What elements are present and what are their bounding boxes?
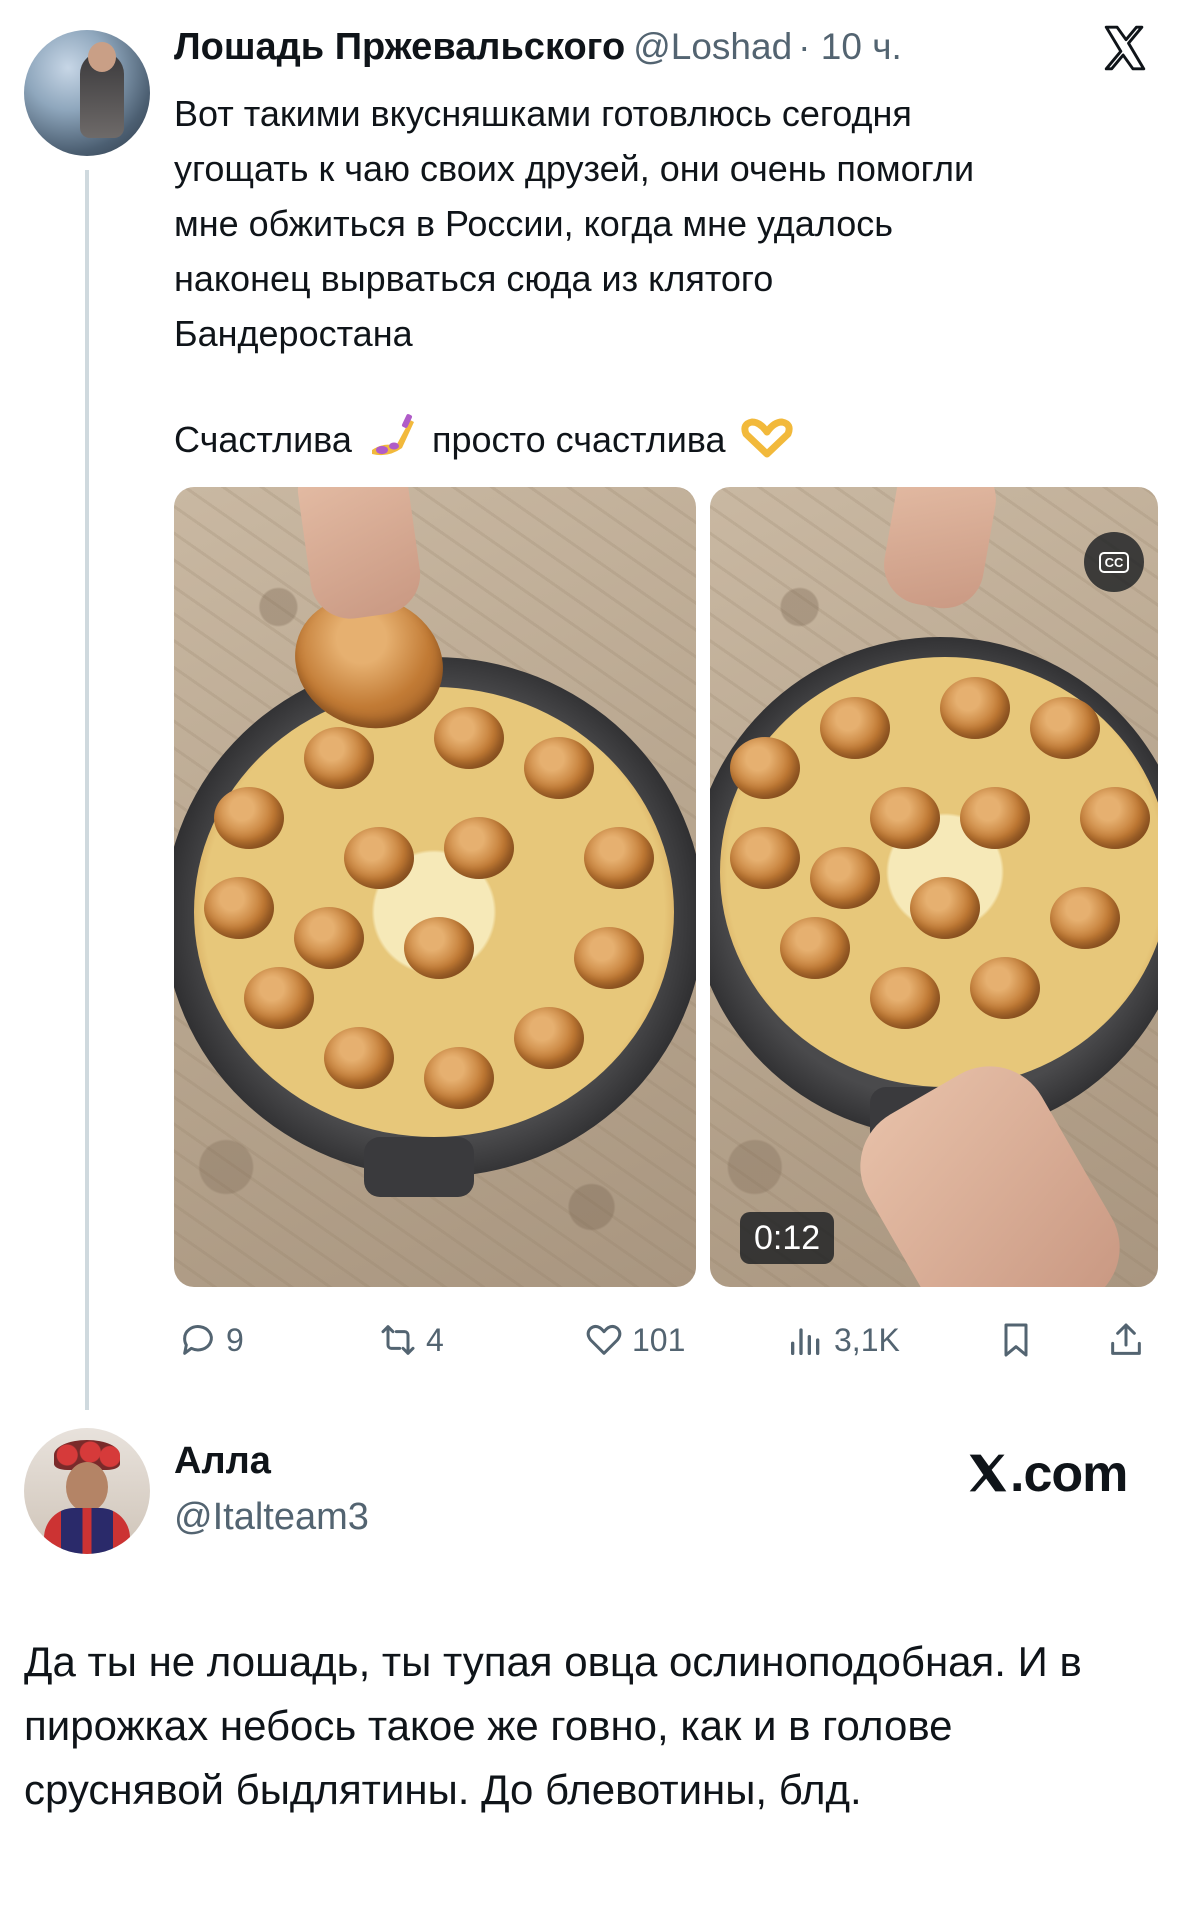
heart-hands-emoji-icon bbox=[740, 418, 793, 458]
bun bbox=[1030, 697, 1100, 759]
bun bbox=[940, 677, 1010, 739]
thread-connector-line bbox=[85, 170, 89, 1410]
reply-author-name[interactable]: Алла bbox=[174, 1440, 271, 1483]
bun bbox=[404, 917, 474, 979]
bun bbox=[810, 847, 880, 909]
avatar-face bbox=[66, 1462, 108, 1512]
tweet-text-part-2: просто счастлива bbox=[431, 419, 726, 460]
bun bbox=[424, 1047, 494, 1109]
views-button[interactable]: 3,1K bbox=[786, 1310, 900, 1370]
x-com-watermark: .com bbox=[966, 1444, 1128, 1504]
watermark-text: .com bbox=[1010, 1445, 1128, 1503]
reply-text: Да ты не лошадь, ты тупая овца ослинопод… bbox=[24, 1638, 1082, 1813]
bun bbox=[970, 957, 1040, 1019]
repost-button[interactable]: 4 bbox=[378, 1310, 444, 1370]
bun bbox=[910, 877, 980, 939]
bun bbox=[730, 827, 800, 889]
tweet-action-bar: 9 4 101 3,1K bbox=[174, 1310, 1164, 1370]
bookmark-button[interactable] bbox=[996, 1310, 1044, 1370]
cc-icon: CC bbox=[1098, 551, 1130, 573]
bun bbox=[870, 967, 940, 1029]
bun bbox=[870, 787, 940, 849]
reply-count: 9 bbox=[226, 1321, 244, 1358]
like-button[interactable]: 101 bbox=[584, 1310, 685, 1370]
avatar-body bbox=[44, 1508, 130, 1554]
tweet-time[interactable]: · 10 ч. bbox=[798, 26, 902, 67]
bun bbox=[294, 907, 364, 969]
tweet-text-part-1: Счастлива bbox=[174, 419, 352, 460]
bun bbox=[514, 1007, 584, 1069]
reply-icon bbox=[183, 1325, 213, 1355]
repost-icon bbox=[381, 1325, 415, 1355]
author-name[interactable]: Лошадь Пржевальского bbox=[174, 26, 625, 68]
author-handle[interactable]: @Loshad bbox=[633, 26, 792, 67]
video-duration-badge: 0:12 bbox=[740, 1212, 835, 1264]
bun bbox=[324, 1027, 394, 1089]
pan-handle bbox=[364, 1137, 474, 1197]
reply-button[interactable]: 9 bbox=[178, 1310, 244, 1370]
bun bbox=[524, 737, 594, 799]
tweet-body: Вот такими вкусняшками готовлюсь сегодня… bbox=[174, 86, 1154, 361]
reply-author-avatar[interactable] bbox=[24, 1428, 150, 1554]
bun bbox=[434, 707, 504, 769]
bun bbox=[780, 917, 850, 979]
x-logo-icon[interactable] bbox=[1100, 22, 1150, 74]
share-icon bbox=[1111, 1323, 1141, 1355]
bun bbox=[304, 727, 374, 789]
tweet-text-line-2: Счастлива просто счастлива bbox=[174, 412, 798, 467]
bun bbox=[244, 967, 314, 1029]
author-avatar[interactable] bbox=[24, 30, 150, 156]
media-video-right[interactable] bbox=[710, 487, 1158, 1287]
heart-icon bbox=[586, 1324, 622, 1355]
bun bbox=[204, 877, 274, 939]
tweet-text: Вот такими вкусняшками готовлюсь сегодня… bbox=[174, 93, 975, 354]
nail-polish-emoji-icon bbox=[371, 414, 414, 456]
bun bbox=[1050, 887, 1120, 949]
views-count: 3,1K bbox=[834, 1321, 900, 1358]
bun bbox=[214, 787, 284, 849]
bun bbox=[344, 827, 414, 889]
share-button[interactable] bbox=[1106, 1310, 1154, 1370]
bun bbox=[584, 827, 654, 889]
views-chart-icon bbox=[791, 1328, 820, 1355]
tweet-header: Лошадь Пржевальского @Loshad · 10 ч. bbox=[174, 26, 902, 69]
reply-author-handle[interactable]: @Italteam3 bbox=[174, 1496, 369, 1539]
bun bbox=[820, 697, 890, 759]
closed-captions-button[interactable]: CC bbox=[1084, 532, 1144, 592]
x-logo-icon bbox=[969, 1454, 1007, 1492]
like-count: 101 bbox=[632, 1321, 686, 1358]
repost-count: 4 bbox=[426, 1321, 444, 1358]
bun bbox=[1080, 787, 1150, 849]
avatar-head bbox=[88, 42, 116, 72]
bun bbox=[444, 817, 514, 879]
bun bbox=[960, 787, 1030, 849]
bun bbox=[574, 927, 644, 989]
bookmark-icon bbox=[1004, 1323, 1028, 1357]
media-image-left[interactable] bbox=[174, 487, 696, 1287]
bun bbox=[730, 737, 800, 799]
